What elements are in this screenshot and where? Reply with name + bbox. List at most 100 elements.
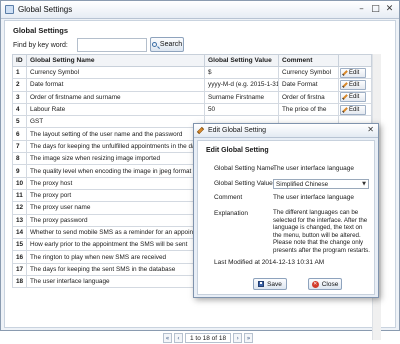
column-header-name[interactable]: Global Setting Name xyxy=(26,54,205,67)
cell-name: The proxy port xyxy=(26,188,205,203)
first-page-icon[interactable]: « xyxy=(163,333,172,343)
cell-name: The rington to play when new SMS are rec… xyxy=(26,250,205,264)
column-header-value[interactable]: Global Setting Value xyxy=(204,54,279,67)
cell-id: 8 xyxy=(12,152,27,166)
cell-name: The layout setting of the user name and … xyxy=(26,127,205,141)
cell-name: Currency Symbol xyxy=(26,65,205,80)
cell-id: 6 xyxy=(12,127,27,141)
chevron-down-icon: ▼ xyxy=(362,181,366,187)
main-window: Global Settings – □ ✕ Global Settings Fi… xyxy=(0,0,400,343)
setting-value-selected: Simplified Chinese xyxy=(276,181,329,188)
cell-id: 5 xyxy=(12,115,27,129)
minimize-icon[interactable]: – xyxy=(356,4,367,15)
cell-value: yyyy-M-d (e.g. 2015-1-31) xyxy=(204,78,279,92)
edit-button-label: Edit xyxy=(349,69,360,76)
explanation-label: Explanation xyxy=(214,210,248,217)
save-button[interactable]: Save xyxy=(253,278,287,290)
table-row[interactable]: 1 Currency Symbol $ Currency Symbol Edit xyxy=(12,65,372,80)
app-icon xyxy=(5,5,14,14)
cell-id: 12 xyxy=(12,201,27,215)
column-header-id[interactable]: ID xyxy=(12,54,27,67)
cell-actions: Edit xyxy=(338,90,372,104)
pencil-icon xyxy=(196,126,205,135)
cell-name: The proxy host xyxy=(26,176,205,190)
cell-id: 11 xyxy=(12,188,27,203)
cell-name: The proxy user name xyxy=(26,201,205,215)
cell-id: 14 xyxy=(12,225,27,240)
cell-id: 13 xyxy=(12,213,27,227)
table-header-row: ID Global Setting Name Global Setting Va… xyxy=(12,54,372,67)
cell-actions: Edit xyxy=(338,78,372,92)
edit-button[interactable]: Edit xyxy=(340,92,366,103)
cell-name: Whether to send mobile SMS as a reminder… xyxy=(26,225,205,240)
close-button[interactable]: ✕ Close xyxy=(308,278,342,290)
edit-button-label: Edit xyxy=(349,94,360,101)
cell-id: 9 xyxy=(12,164,27,178)
setting-name-value: The user interface language xyxy=(273,165,354,172)
close-button-label: Close xyxy=(321,280,339,288)
search-button-label: Search xyxy=(159,41,183,48)
cell-actions: Edit xyxy=(338,102,372,117)
dialog-close-icon[interactable]: ✕ xyxy=(367,125,374,134)
explanation-text: The different languages can be selected … xyxy=(273,209,370,254)
column-header-comment[interactable]: Comment xyxy=(278,54,339,67)
cell-comment: The price of the xyxy=(278,102,339,117)
setting-value-label: Global Setting Value xyxy=(214,180,273,187)
edit-setting-dialog: Edit Global Setting ✕ Edit Global Settin… xyxy=(193,123,379,298)
save-button-label: Save xyxy=(267,280,282,288)
comment-label: Comment xyxy=(214,194,243,201)
last-modified: Last Modified at 2014-12-13 10:31 AM xyxy=(214,259,325,266)
pencil-icon xyxy=(342,82,348,88)
title-bar: Global Settings – □ ✕ xyxy=(1,1,399,19)
cell-comment: Currency Symbol xyxy=(278,65,339,80)
cell-name: The image size when resizing image impor… xyxy=(26,152,205,166)
page-title: Global Settings xyxy=(13,26,69,35)
cell-name: Labour Rate xyxy=(26,102,205,117)
cell-name: Order of firstname and surname xyxy=(26,90,205,104)
close-icon[interactable]: ✕ xyxy=(384,4,395,15)
window-controls: – □ ✕ xyxy=(356,4,395,15)
cell-id: 4 xyxy=(12,102,27,117)
save-icon xyxy=(258,281,265,287)
edit-button[interactable]: Edit xyxy=(340,67,366,78)
cell-name: The days for keeping the unfulfilled app… xyxy=(26,139,205,154)
table-row[interactable]: 4 Labour Rate 50 The price of the Edit xyxy=(12,102,372,117)
cell-value: 50 xyxy=(204,102,279,117)
page-info: 1 to 18 of 18 xyxy=(185,333,232,343)
search-input[interactable] xyxy=(77,38,147,52)
cell-actions: Edit xyxy=(338,65,372,80)
pencil-icon xyxy=(342,94,348,101)
edit-button-label: Edit xyxy=(349,106,360,113)
search-button[interactable]: Search xyxy=(150,37,184,52)
cell-name: The user interface language xyxy=(26,275,205,289)
setting-value-select[interactable]: Simplified Chinese ▼ xyxy=(273,179,369,189)
cell-id: 3 xyxy=(12,90,27,104)
edit-button[interactable]: Edit xyxy=(340,79,366,90)
table-row[interactable]: 3 Order of firstname and surname Surname F… xyxy=(12,90,372,104)
last-page-icon[interactable]: » xyxy=(244,333,254,343)
cell-id: 18 xyxy=(12,275,27,289)
window-title: Global Settings xyxy=(18,5,73,14)
dialog-body: Edit Global Setting Global Setting Name … xyxy=(197,140,375,295)
comment-value: The user interface language xyxy=(273,194,354,201)
close-icon: ✕ xyxy=(311,280,319,288)
cell-comment: Order of firstna xyxy=(278,90,339,104)
dialog-title: Edit Global Setting xyxy=(208,127,266,134)
edit-button[interactable]: Edit xyxy=(340,104,366,115)
next-page-icon[interactable]: › xyxy=(233,333,243,343)
cell-id: 2 xyxy=(12,78,27,92)
table-row[interactable]: 2 Date format yyyy-M-d (e.g. 2015-1-31) Dat… xyxy=(12,78,372,92)
search-icon xyxy=(151,42,157,47)
prev-page-icon[interactable]: ‹ xyxy=(174,333,183,343)
maximize-icon[interactable]: □ xyxy=(370,4,381,15)
setting-name-label: Global Setting Name xyxy=(214,165,274,172)
cell-name: The days for keeping the sent SMS in the… xyxy=(26,262,205,277)
cell-name: The proxy password xyxy=(26,213,205,227)
cell-id: 15 xyxy=(12,238,27,252)
cell-value: $ xyxy=(204,65,279,80)
cell-name: GST xyxy=(26,115,205,129)
cell-id: 10 xyxy=(12,176,27,190)
cell-name: Date format xyxy=(26,78,205,92)
cell-name: How early prior to the appointment the S… xyxy=(26,238,205,252)
cell-id: 17 xyxy=(12,262,27,277)
